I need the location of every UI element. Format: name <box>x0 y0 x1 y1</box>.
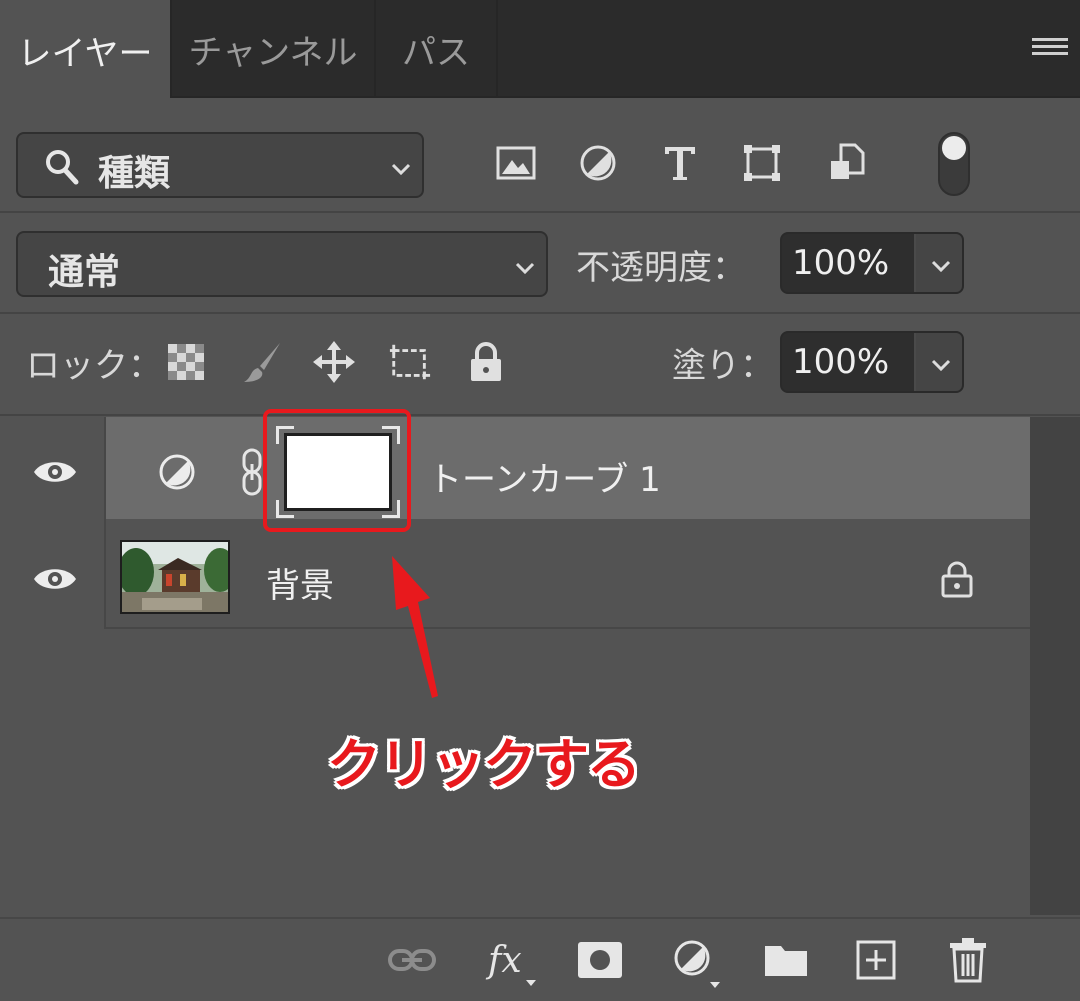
opacity-label: 不透明度： <box>576 248 746 288</box>
trash-icon[interactable] <box>942 934 994 986</box>
tab-paths[interactable]: パス <box>376 0 498 98</box>
adjustment-layer-icon <box>159 454 195 490</box>
divider <box>0 211 1080 213</box>
new-layer-icon[interactable] <box>850 936 902 984</box>
eye-icon[interactable] <box>32 457 78 487</box>
fx-icon[interactable]: fx <box>484 932 540 988</box>
filter-smart-object-icon[interactable] <box>824 140 868 186</box>
filter-type-icon[interactable] <box>658 140 702 186</box>
chevron-down-icon <box>515 262 535 275</box>
blend-mode-select[interactable]: 通常 <box>16 231 548 297</box>
link-chain-icon[interactable] <box>240 448 264 496</box>
panel-menu-icon[interactable] <box>1032 38 1068 62</box>
eye-icon[interactable] <box>32 564 78 594</box>
divider <box>0 312 1080 314</box>
panel-footer <box>0 917 1080 1001</box>
link-layers-icon[interactable] <box>386 936 438 984</box>
lock-icon <box>941 561 973 598</box>
fill-dropdown-button[interactable] <box>916 333 962 391</box>
background-layer-thumbnail[interactable] <box>120 540 230 614</box>
lock-artboard-icon[interactable] <box>388 340 432 384</box>
opacity-field[interactable]: 100% <box>780 232 964 294</box>
panel-tab-bar: レイヤー チャンネル パス <box>0 0 1080 100</box>
annotation-text: クリックする <box>327 733 641 796</box>
filter-toggle-switch[interactable] <box>938 132 970 196</box>
annotation-arrow <box>392 556 438 698</box>
tab-channels[interactable]: チャンネル <box>172 0 376 98</box>
lock-label: ロック： <box>26 346 162 386</box>
divider <box>0 414 1080 416</box>
visibility-column <box>0 417 106 629</box>
chevron-down-icon <box>391 163 411 176</box>
filter-kind-select[interactable]: 種類 <box>16 132 424 198</box>
filter-adjustment-icon[interactable] <box>576 140 620 186</box>
new-adjustment-layer-icon[interactable] <box>668 934 724 990</box>
filter-shape-icon[interactable] <box>740 140 784 186</box>
new-group-folder-icon[interactable] <box>760 936 812 984</box>
filter-kind-label: 種類 <box>98 153 171 194</box>
lock-transparent-pixels-icon[interactable] <box>164 340 208 384</box>
highlight-box <box>263 409 411 532</box>
layer-name[interactable]: 背景 <box>266 558 334 607</box>
svg-text:fx: fx <box>485 940 522 981</box>
scrollbar-track[interactable] <box>1030 417 1080 915</box>
lock-position-icon[interactable] <box>312 340 356 384</box>
fill-value[interactable]: 100% <box>782 333 916 391</box>
fill-field[interactable]: 100% <box>780 331 964 393</box>
opacity-dropdown-button[interactable] <box>916 234 962 292</box>
lock-all-icon[interactable] <box>464 340 508 384</box>
search-icon <box>46 150 79 185</box>
fill-label: 塗り： <box>672 346 774 386</box>
layer-name[interactable]: トーンカーブ 1 <box>428 452 661 501</box>
add-mask-icon[interactable] <box>574 936 626 984</box>
filter-pixel-icon[interactable] <box>494 140 538 186</box>
chevron-down-icon <box>931 260 951 273</box>
opacity-value[interactable]: 100% <box>782 234 916 292</box>
blend-mode-label: 通常 <box>48 252 121 293</box>
lock-image-pixels-icon[interactable] <box>240 340 284 384</box>
tab-layers[interactable]: レイヤー <box>0 0 172 100</box>
chevron-down-icon <box>931 359 951 372</box>
